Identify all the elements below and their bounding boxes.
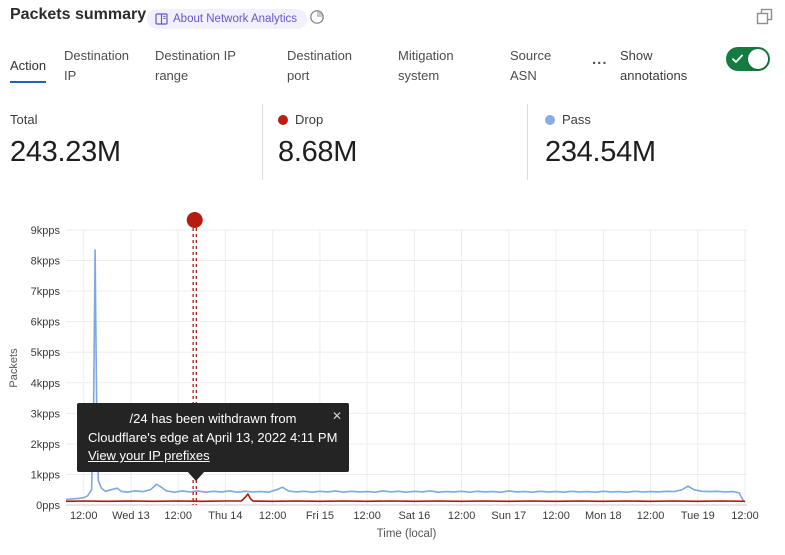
y-tick-label: 1kpps — [31, 469, 61, 481]
stat-pass-value: 234.54M — [545, 136, 775, 169]
y-tick-label: 0pps — [36, 500, 60, 512]
x-tick-label: Mon 18 — [585, 510, 622, 522]
drop-legend-dot — [278, 115, 288, 125]
packets-chart: 12:00 Wed 13 12:00 Thu 14 12:00 Fri 15 12:00 Sa… — [0, 200, 785, 555]
y-axis-title: Packets — [8, 348, 20, 388]
stat-pass: Pass 234.54M — [527, 104, 775, 180]
time-period-icon[interactable] — [309, 9, 325, 25]
badge-label: About Network Analytics — [173, 13, 297, 25]
y-tick-label: 8kpps — [31, 256, 61, 268]
x-tick-label: Sat 16 — [398, 510, 430, 522]
stat-drop-value: 8.68M — [278, 136, 527, 169]
x-tick-label: Fri 15 — [306, 510, 334, 522]
y-tick-label: 5kpps — [31, 347, 61, 359]
tab-action[interactable]: Action — [10, 56, 46, 83]
tab-destination-ip[interactable]: Destination IP — [64, 46, 136, 85]
packets-summary-panel: Packets summary About Network Analytics … — [0, 0, 785, 555]
x-tick-label: 12:00 — [448, 510, 476, 522]
popout-window-icon[interactable] — [756, 8, 773, 25]
annotations-toggle[interactable] — [726, 47, 770, 71]
x-tick-label: 12:00 — [259, 510, 287, 522]
check-icon — [732, 54, 743, 64]
stat-drop-label: Drop — [295, 112, 323, 127]
tooltip-arrow — [187, 471, 205, 481]
stat-drop: Drop 8.68M — [262, 104, 527, 180]
book-icon — [155, 13, 168, 25]
toggle-knob — [748, 49, 768, 69]
tab-destination-port[interactable]: Destination port — [287, 46, 363, 85]
x-tick-label: 12:00 — [164, 510, 192, 522]
tab-destination-ip-range[interactable]: Destination IP range — [155, 46, 247, 85]
x-tick-label: 12:00 — [70, 510, 98, 522]
x-axis-title: Time (local) — [377, 528, 437, 540]
x-tick-label: Tue 19 — [681, 510, 715, 522]
y-tick-label: 6kpps — [31, 317, 61, 329]
series-line-drop — [66, 494, 745, 501]
page-title: Packets summary — [10, 6, 146, 24]
y-tick-label: 7kpps — [31, 286, 61, 298]
x-tick-label: 12:00 — [731, 510, 759, 522]
annotation-dot[interactable] — [187, 212, 203, 228]
about-network-analytics-badge[interactable]: About Network Analytics — [147, 9, 307, 29]
tab-mitigation-system[interactable]: Mitigation system — [398, 46, 466, 85]
stat-pass-label: Pass — [562, 112, 591, 127]
x-tick-label: 12:00 — [353, 510, 381, 522]
chart-area: 12:00 Wed 13 12:00 Thu 14 12:00 Fri 15 12:00 Sa… — [0, 200, 785, 555]
tab-source-asn[interactable]: Source ASN — [510, 46, 560, 85]
close-icon[interactable]: ✕ — [332, 407, 342, 426]
stats-row: Total 243.23M Drop 8.68M Pass 234.54M — [10, 104, 775, 180]
stat-total-label: Total — [10, 112, 37, 127]
stat-total: Total 243.23M — [10, 104, 262, 180]
x-tick-label: 12:00 — [637, 510, 665, 522]
y-tick-label: 2kpps — [31, 439, 61, 451]
x-tick-label: 12:00 — [542, 510, 570, 522]
pass-legend-dot — [545, 115, 555, 125]
more-tabs-button[interactable]: ... — [592, 51, 608, 68]
view-ip-prefixes-link[interactable]: View your IP prefixes — [88, 447, 210, 466]
x-tick-label: Sun 17 — [491, 510, 526, 522]
annotation-tooltip: ✕ /24 has been withdrawn from Cloudflare… — [77, 403, 349, 472]
y-tick-label: 3kpps — [31, 408, 61, 420]
y-tick-label: 4kpps — [31, 378, 61, 390]
stat-total-value: 243.23M — [10, 136, 262, 169]
show-annotations-label: Show annotations — [620, 46, 706, 86]
x-tick-label: Wed 13 — [112, 510, 150, 522]
x-tick-label: Thu 14 — [208, 510, 242, 522]
y-tick-label: 9kpps — [31, 225, 61, 237]
tooltip-line1: /24 has been withdrawn from — [88, 410, 338, 429]
tooltip-line2: Cloudflare's edge at April 13, 2022 4:11… — [88, 429, 338, 448]
